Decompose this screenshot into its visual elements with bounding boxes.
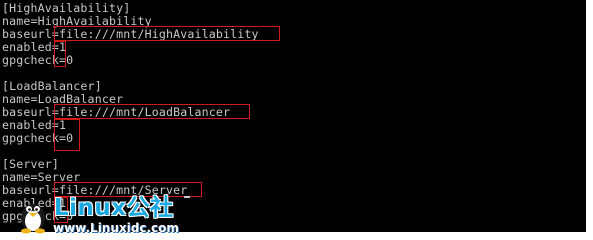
config-line-gpgcheck: gpgcheck=0 bbox=[2, 131, 74, 145]
watermark-url: www.Linuxidc.com bbox=[53, 221, 179, 235]
config-line-gpgcheck: gpgcheck=0 bbox=[2, 53, 74, 67]
tux-penguin-icon bbox=[21, 204, 45, 234]
watermark: Linux公社 www.Linuxidc.com bbox=[16, 196, 206, 238]
watermark-title: Linux公社 bbox=[54, 195, 174, 221]
